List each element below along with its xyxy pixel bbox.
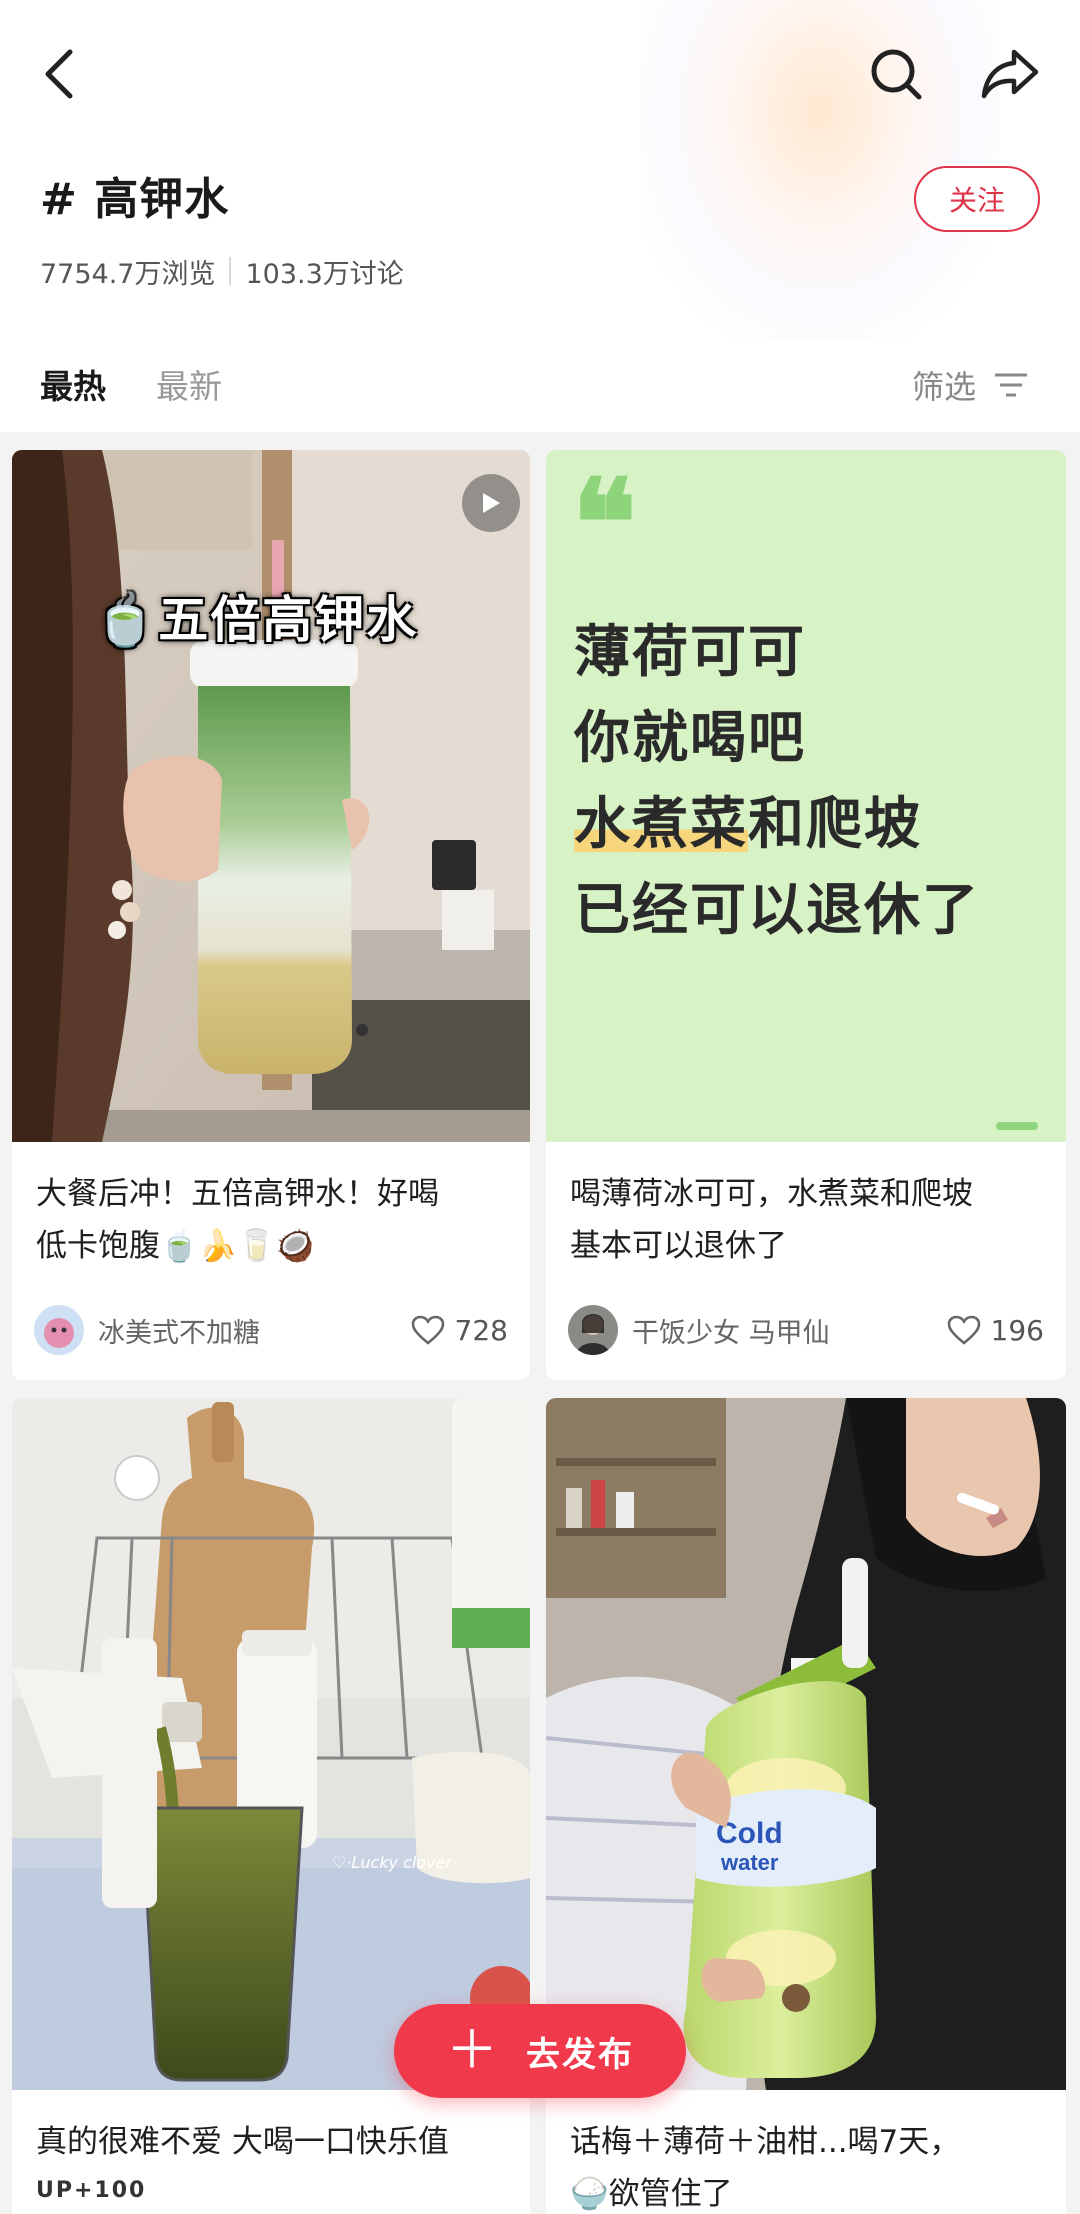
filter-label: 筛选 bbox=[912, 368, 977, 406]
svg-text:water: water bbox=[720, 1850, 779, 1875]
tab-hottest[interactable]: 最热 bbox=[40, 360, 106, 408]
topic-header: # 高钾水 关注 7754.7万浏览 103.3万讨论 最热 最新 筛选 bbox=[0, 0, 1080, 432]
topic-stats: 7754.7万浏览 103.3万讨论 bbox=[40, 250, 404, 292]
follow-button[interactable]: 关注 bbox=[914, 166, 1040, 232]
search-icon bbox=[871, 49, 922, 100]
video-badge bbox=[462, 474, 520, 532]
post-title[interactable]: 大餐后冲！五倍高钾水！好喝 低卡饱腹🍵🍌🥛🥥 bbox=[36, 1168, 506, 1272]
views-count: 7754.7万浏览 bbox=[40, 258, 216, 290]
share-button[interactable] bbox=[970, 36, 1050, 112]
author-name[interactable]: 冰美式不加糖 bbox=[98, 1311, 411, 1350]
tab-newest[interactable]: 最新 bbox=[156, 360, 222, 408]
matcha-drink-photo bbox=[12, 450, 530, 1142]
post-title[interactable]: 真的很难不爱 大喝一口快乐值 bbox=[36, 2116, 506, 2168]
quote-decoration bbox=[996, 1122, 1038, 1130]
share-icon bbox=[981, 49, 1039, 99]
back-button[interactable] bbox=[28, 36, 92, 112]
plus-icon: ＋ bbox=[445, 2021, 500, 2081]
watermark: ♡·Lucky clover· bbox=[332, 1853, 457, 1872]
like-count: 728 bbox=[454, 1313, 508, 1347]
post-image[interactable]: ❝ 薄荷可可 你就喝吧 水煮菜和爬坡 已经可以退休了 bbox=[546, 450, 1066, 1142]
post-title[interactable]: 话梅＋薄荷＋油柑...喝7天， 🍚欲管住了 bbox=[570, 2116, 1040, 2214]
like-button[interactable]: 196 bbox=[947, 1314, 1044, 1347]
filter-button[interactable]: 筛选 bbox=[912, 360, 1028, 410]
topic-name: 高钾水 bbox=[94, 174, 230, 225]
quote-text: 薄荷可可 你就喝吧 水煮菜和爬坡 已经可以退休了 bbox=[574, 620, 980, 943]
author-name[interactable]: 干饭少女 马甲仙 bbox=[632, 1311, 947, 1350]
water-bottle-photo: Cold water bbox=[546, 1398, 1066, 2090]
stats-divider bbox=[229, 257, 232, 285]
discussion-count: 103.3万讨论 bbox=[245, 258, 404, 290]
search-button[interactable] bbox=[858, 36, 934, 112]
avatar[interactable] bbox=[34, 1305, 84, 1355]
like-count: 196 bbox=[990, 1313, 1044, 1347]
post-meta: 干饭少女 马甲仙 196 bbox=[568, 1304, 1044, 1356]
post-card[interactable]: 🍵五倍高钾水 大餐后冲！五倍高钾水！好喝 低卡饱腹🍵🍌🥛🥥 冰美式不加糖 728 bbox=[12, 450, 530, 1380]
like-button[interactable]: 728 bbox=[411, 1314, 508, 1347]
filter-icon bbox=[995, 373, 1028, 397]
post-subline: UP+100 bbox=[36, 2178, 147, 2203]
image-caption: 🍵五倍高钾水 bbox=[94, 591, 419, 649]
play-icon bbox=[483, 493, 500, 513]
avatar[interactable] bbox=[568, 1305, 618, 1355]
back-arrow-icon bbox=[45, 49, 73, 99]
publish-button[interactable]: ＋ 去发布 bbox=[394, 2004, 686, 2098]
highlight-text: 水煮菜 bbox=[574, 792, 748, 857]
post-image[interactable]: 🍵五倍高钾水 bbox=[12, 450, 530, 1142]
quote-mark-icon: ❝ bbox=[572, 453, 637, 594]
tea-icon: 🍵 bbox=[94, 591, 159, 649]
heart-icon bbox=[947, 1315, 980, 1345]
post-title[interactable]: 喝薄荷冰可可，水煮菜和爬坡 基本可以退休了 bbox=[570, 1168, 1040, 1272]
hash-symbol: # bbox=[40, 174, 78, 225]
publish-label: 去发布 bbox=[526, 2034, 634, 2075]
page-title: # 高钾水 bbox=[40, 168, 229, 232]
heart-icon bbox=[411, 1315, 444, 1345]
post-image[interactable]: ♡·Lucky clover· bbox=[12, 1398, 530, 2090]
post-card[interactable]: ❝ 薄荷可可 你就喝吧 水煮菜和爬坡 已经可以退休了 喝薄荷冰可可，水煮菜和爬坡… bbox=[546, 450, 1066, 1380]
coconut-matcha-photo: ♡·Lucky clover· bbox=[12, 1398, 530, 2090]
post-meta: 冰美式不加糖 728 bbox=[34, 1304, 508, 1356]
sort-tabs: 最热 最新 bbox=[40, 356, 272, 412]
post-image[interactable]: Cold water bbox=[546, 1398, 1066, 2090]
